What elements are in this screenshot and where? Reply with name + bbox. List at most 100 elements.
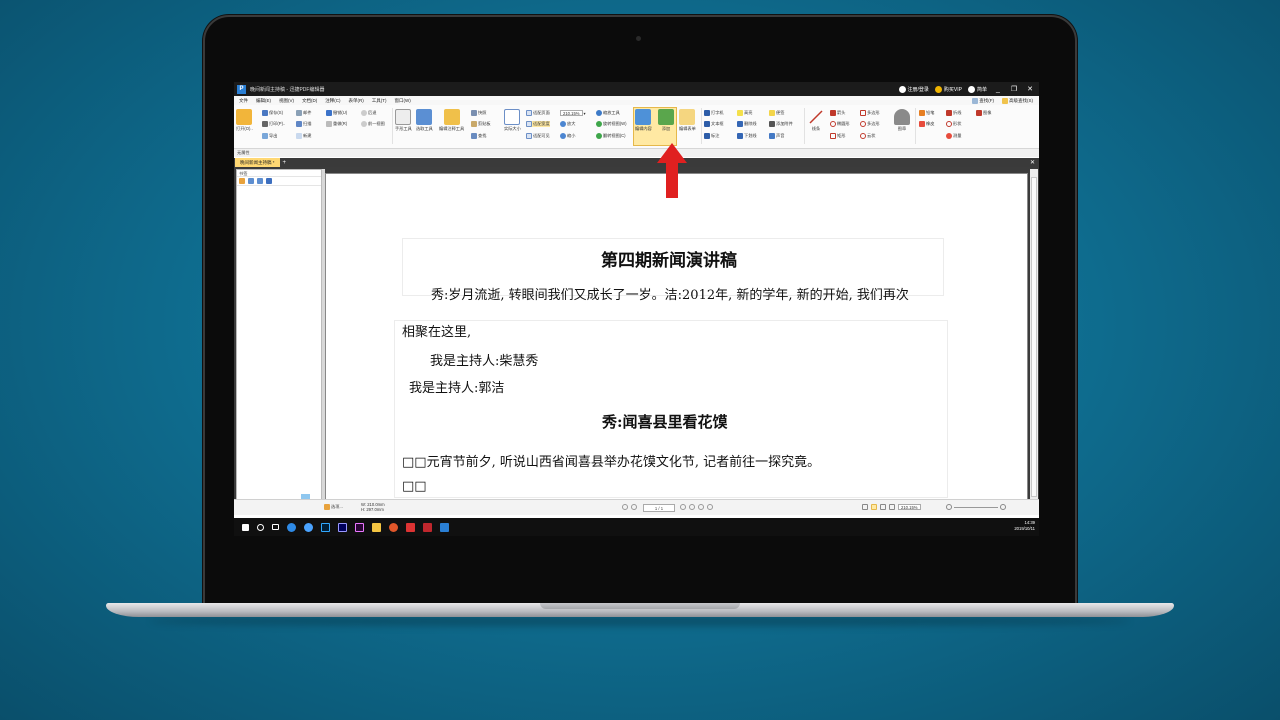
next-page-icon[interactable] [680, 504, 686, 510]
first-page-icon[interactable] [622, 504, 628, 510]
fit-visible-button[interactable]: 适配可见 [526, 133, 550, 139]
fit-page-button[interactable]: 适配页面 [526, 110, 550, 116]
highlight-button[interactable]: 高亮 [737, 110, 752, 116]
document-tab[interactable]: 晚间新闻主持稿 * [235, 158, 280, 167]
vertical-scrollbar[interactable] [1030, 169, 1038, 511]
menu-file[interactable]: 文件 [239, 98, 248, 104]
clipboard-button[interactable]: 剪贴板 [471, 121, 491, 127]
text-block-frame[interactable] [394, 320, 948, 498]
prev-view-button[interactable]: 前一视图 [361, 121, 385, 127]
close-button[interactable]: ✕ [1025, 85, 1035, 93]
page-number-input[interactable]: 1 / 1 [643, 504, 675, 512]
vip-button[interactable]: 购买VIP [934, 85, 962, 93]
login-button[interactable]: 注册/登录 [898, 85, 929, 93]
actual-size-button[interactable]: 实际大小 [504, 109, 521, 132]
scrollbar-thumb[interactable] [1031, 177, 1037, 497]
mail-button[interactable]: 邮件 [296, 110, 311, 116]
menu-view[interactable]: 视图(V) [279, 98, 294, 104]
add-bookmark-icon[interactable] [248, 178, 254, 184]
find-tool-button[interactable]: 查找 [471, 133, 486, 139]
file-explorer-icon[interactable] [372, 522, 381, 532]
rotate-cw-button[interactable]: 旋转视图(W) [596, 121, 627, 127]
continuous-facing-icon[interactable] [889, 504, 895, 510]
open-button[interactable]: 打开(O).. [236, 109, 253, 132]
restore-button[interactable]: ❐ [1009, 85, 1019, 93]
bookmark-options-icon[interactable] [239, 178, 245, 184]
print-button[interactable]: 打印(P).. [262, 121, 285, 127]
textbox-button[interactable]: 文本框 [704, 121, 724, 127]
rectangle-button[interactable]: 矩形 [830, 133, 845, 139]
find-button[interactable]: 查找(F) [972, 97, 994, 104]
continuous-page-icon[interactable] [871, 504, 877, 510]
new-button[interactable]: 新建 [296, 133, 311, 139]
zoom-slider[interactable] [946, 504, 1006, 510]
delete-bookmark-icon[interactable] [266, 178, 272, 184]
fit-width-button[interactable]: 适配宽度 [526, 121, 550, 127]
menu-document[interactable]: 文档(D) [302, 98, 317, 104]
edit-content-button[interactable]: 编辑内容 [635, 109, 652, 132]
eraser-button[interactable]: 橡皮 [919, 121, 934, 127]
pdf-editor-icon[interactable] [440, 522, 449, 532]
back-icon[interactable] [698, 504, 704, 510]
zoom-in-button[interactable]: 放大 [560, 121, 575, 127]
zoom-in-small-icon[interactable] [1000, 504, 1006, 510]
after-effects-icon[interactable] [338, 522, 347, 532]
callout-button[interactable]: 标注 [704, 133, 719, 139]
browser2-icon[interactable] [304, 522, 313, 532]
new-tab-button[interactable]: + [283, 160, 287, 166]
menu-form[interactable]: 表单(R) [349, 98, 364, 104]
zoom-out-button[interactable]: 缩小 [560, 133, 575, 139]
options-button[interactable]: 选项... [324, 504, 343, 510]
zoom-slider-track[interactable] [954, 506, 998, 508]
stamp-button[interactable]: 图章 [894, 109, 910, 132]
close-tab-button[interactable]: ✕ [1030, 159, 1035, 166]
zoom-tool-button[interactable]: 缩放工具 [596, 110, 620, 116]
facing-page-icon[interactable] [880, 504, 886, 510]
back-button[interactable]: 后退 [361, 110, 376, 116]
snapshot-button[interactable]: 快照 [471, 110, 486, 116]
ellipse-button[interactable]: 椭圆形 [830, 121, 850, 127]
scan-button[interactable]: 扫描 [296, 121, 311, 127]
browser-icon[interactable] [287, 522, 296, 532]
polyline-button[interactable]: 多边形 [860, 121, 880, 127]
zoom-out-small-icon[interactable] [946, 504, 952, 510]
taskbar-clock[interactable]: 14:39 2019/10/11 [1014, 520, 1035, 532]
redo-button[interactable]: 重做(R) [326, 121, 347, 127]
minimize-button[interactable]: _ [993, 86, 1003, 93]
cloud-button[interactable]: 云状 [860, 133, 875, 139]
menu-window[interactable]: 窗口(W) [395, 98, 411, 104]
shape-button[interactable]: 形状 [946, 121, 961, 127]
add-child-bookmark-icon[interactable] [257, 178, 263, 184]
app-icon[interactable] [406, 522, 415, 532]
measure-button[interactable]: 测量 [946, 133, 961, 139]
undo-button[interactable]: 撤销(U) [326, 110, 347, 116]
advanced-find-button[interactable]: 高级查找(S) [1002, 97, 1033, 104]
attach-file-button[interactable]: 添加附件 [769, 121, 793, 127]
arrow-button[interactable]: 箭头 [830, 110, 845, 116]
sticky-note-button[interactable]: 便签 [769, 110, 784, 116]
task-view-icon[interactable] [272, 524, 279, 530]
menu-tools[interactable]: 工具(T) [372, 98, 387, 104]
premiere-icon[interactable] [355, 522, 364, 532]
image-button[interactable]: 图像 [976, 110, 991, 116]
edit-annotation-tool-button[interactable]: 编辑注释工具 [439, 109, 464, 132]
typewriter-button[interactable]: 打字机 [704, 110, 724, 116]
export-button[interactable]: 导出 [262, 133, 277, 139]
sound-button[interactable]: 声音 [769, 133, 784, 139]
bottom-zoom-value[interactable]: 210.15% [898, 504, 921, 510]
line2-button[interactable]: 折线 [946, 110, 961, 116]
prev-page-icon[interactable] [631, 504, 637, 510]
menu-comment[interactable]: 注释(C) [325, 98, 340, 104]
last-page-icon[interactable] [689, 504, 695, 510]
save-button[interactable]: 保存(S) [262, 110, 283, 116]
rotate-ccw-button[interactable]: 翻转视图(C) [596, 133, 626, 139]
windows-start-icon[interactable] [242, 523, 249, 531]
single-page-icon[interactable] [862, 504, 868, 510]
menu-edit[interactable]: 编辑(E) [256, 98, 271, 104]
line-button[interactable]: 线条 [808, 109, 824, 132]
underline-button[interactable]: 下划线 [737, 133, 757, 139]
zoom-select[interactable]: 210.15% ▾ [560, 110, 586, 116]
edit-form-button[interactable]: 编辑表单 [679, 109, 696, 132]
cortana-icon[interactable] [257, 523, 264, 531]
forward-icon[interactable] [707, 504, 713, 510]
